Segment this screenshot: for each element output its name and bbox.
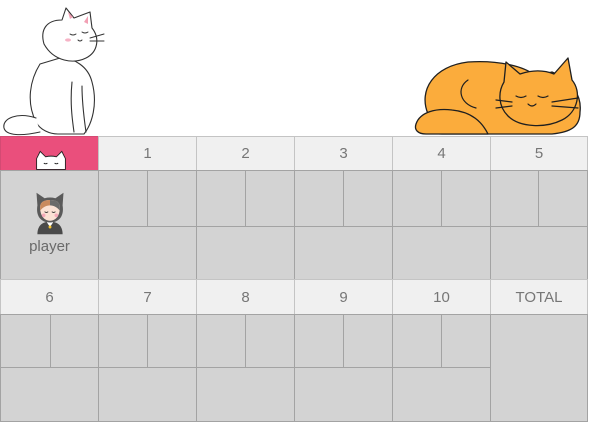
peeking-cat-icon <box>36 150 66 170</box>
frame-header-10: 10 <box>392 279 491 315</box>
frame-1-roll-1[interactable] <box>98 170 148 227</box>
frame-4-total <box>392 226 491 280</box>
frame-10-total <box>392 367 491 422</box>
frame-header-1: 1 <box>98 136 197 171</box>
grand-total-cell <box>490 314 588 422</box>
frame-5-roll-1[interactable] <box>490 170 539 227</box>
frame-header-5: 5 <box>490 136 588 171</box>
frame-3-total <box>294 226 393 280</box>
frame-header-8: 8 <box>196 279 295 315</box>
frame-header-6: 6 <box>0 279 99 315</box>
frame-2-roll-1[interactable] <box>196 170 246 227</box>
frame-1-roll-2[interactable] <box>147 170 197 227</box>
player-cell: player <box>0 170 99 280</box>
frame-8-roll-1[interactable] <box>196 314 246 368</box>
frame-10-roll-1[interactable] <box>392 314 442 368</box>
player-avatar-icon <box>36 192 63 235</box>
frame-2-total <box>196 226 295 280</box>
frame-9-roll-1[interactable] <box>294 314 344 368</box>
frame-header-2: 2 <box>196 136 295 171</box>
frame-3-roll-2[interactable] <box>343 170 393 227</box>
frame-7-roll-1[interactable] <box>98 314 148 368</box>
frame-7-roll-2[interactable] <box>147 314 197 368</box>
frame-header-9: 9 <box>294 279 393 315</box>
frame-3-roll-1[interactable] <box>294 170 344 227</box>
white-cat-icon <box>3 7 105 136</box>
frame-7-total <box>98 367 197 422</box>
frame-6-total <box>0 367 99 422</box>
frame-1-total <box>98 226 197 280</box>
frame-5-total <box>490 226 588 280</box>
player-name: player <box>29 238 70 255</box>
score-board: 1 2 3 4 5 player 6 7 8 9 10 TOTAL <box>0 136 588 422</box>
frame-header-7: 7 <box>98 279 197 315</box>
frame-5-roll-2[interactable] <box>538 170 588 227</box>
frame-10-roll-2[interactable] <box>441 314 491 368</box>
frame-9-total <box>294 367 393 422</box>
frame-6-roll-1[interactable] <box>0 314 51 368</box>
frame-6-roll-2[interactable] <box>50 314 99 368</box>
frame-header-4: 4 <box>392 136 491 171</box>
frame-8-roll-2[interactable] <box>245 314 295 368</box>
frame-2-roll-2[interactable] <box>245 170 295 227</box>
frame-4-roll-1[interactable] <box>392 170 442 227</box>
total-header: TOTAL <box>490 279 588 315</box>
frame-8-total <box>196 367 295 422</box>
player-header-cell <box>0 136 99 171</box>
sleeping-orange-cat-icon <box>414 57 581 135</box>
frame-header-3: 3 <box>294 136 393 171</box>
frame-9-roll-2[interactable] <box>343 314 393 368</box>
frame-4-roll-2[interactable] <box>441 170 491 227</box>
